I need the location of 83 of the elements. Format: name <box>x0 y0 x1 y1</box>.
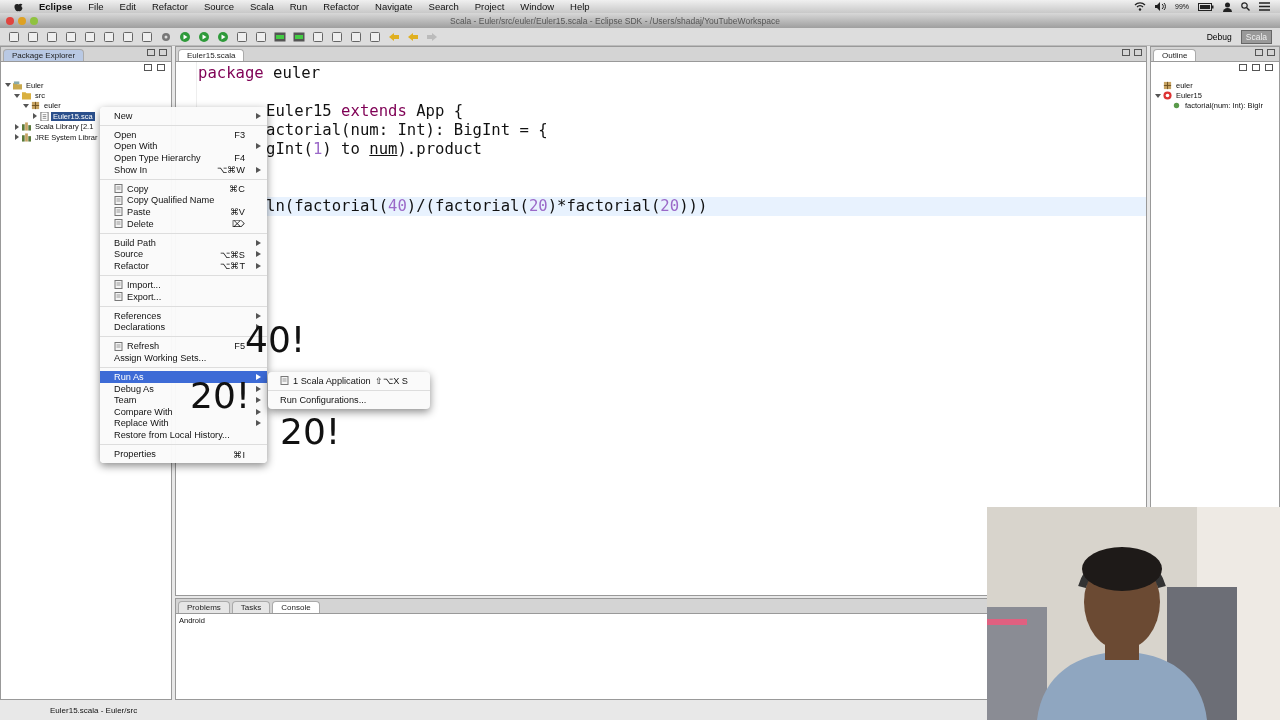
menu-title[interactable]: Window <box>520 1 555 12</box>
menu-item[interactable]: Properties ⌘I <box>100 448 267 460</box>
wifi-icon[interactable] <box>1134 2 1146 11</box>
view-tab[interactable]: Problems <box>178 601 230 613</box>
close-button[interactable] <box>6 16 14 25</box>
menu-title[interactable]: Source <box>203 1 234 12</box>
menu-item[interactable]: New <box>100 110 267 122</box>
menu-item[interactable]: Copy ⌘C <box>100 182 267 195</box>
document-icon <box>114 219 123 229</box>
battery-icon[interactable] <box>1198 2 1214 11</box>
document-icon <box>114 292 123 301</box>
menu-title[interactable]: File <box>88 1 104 12</box>
file-icon <box>40 111 49 121</box>
menu-title[interactable]: Scala <box>250 1 274 12</box>
menu-item[interactable]: Open Type Hierarchy F4 <box>100 152 267 164</box>
menu-item[interactable]: Source ⌥⌘S <box>100 248 267 261</box>
menu-item[interactable]: Restore from Local History... <box>100 429 267 441</box>
document-icon <box>114 341 123 351</box>
collapsed-arrow-icon[interactable] <box>32 113 38 120</box>
method-icon <box>1172 101 1181 111</box>
run-icon[interactable] <box>198 30 210 43</box>
menu-item[interactable]: Run Configurations... <box>268 394 430 406</box>
view-tab[interactable]: Package Explorer <box>3 49 85 61</box>
user-icon[interactable] <box>1223 1 1232 12</box>
menu-item[interactable]: Import... <box>100 279 267 291</box>
menu-item[interactable]: Refactor ⌥⌘T <box>100 260 267 272</box>
menu-item[interactable]: Replace With <box>100 417 267 430</box>
folder-icon <box>22 91 31 101</box>
menu-title[interactable]: Refactor <box>323 1 360 12</box>
menu-title[interactable]: Edit <box>119 1 136 12</box>
library-icon <box>22 132 31 142</box>
menu-item[interactable]: Export... <box>100 290 267 303</box>
menu-item[interactable]: Run As <box>100 371 267 383</box>
document-icon <box>280 376 289 386</box>
apple-icon[interactable] <box>14 1 23 12</box>
code-line: gInt(1) to num).product <box>266 140 482 158</box>
menu-title[interactable]: Navigate <box>375 1 413 12</box>
menu-title[interactable]: Project <box>474 1 505 12</box>
menu-item[interactable]: Open F3 <box>100 129 267 141</box>
package-icon <box>1163 80 1172 90</box>
window-title: Scala - Euler/src/euler/Euler15.scala - Eclipse SDK - /Users/shadaj/YouTubeWorkspace <box>450 15 780 26</box>
menu-item[interactable]: Copy Qualified Name <box>100 194 267 207</box>
collapsed-arrow-icon[interactable] <box>14 123 20 130</box>
class-icon <box>1163 91 1172 101</box>
code-line: actorial(num: Int): BigInt = { <box>266 121 548 139</box>
collapsed-arrow-icon[interactable] <box>14 134 20 141</box>
editor-tab[interactable]: Euler15.scala <box>178 49 245 61</box>
expanded-arrow-icon[interactable] <box>23 102 29 109</box>
list-icon[interactable] <box>1259 2 1270 11</box>
project-folder-icon <box>13 80 22 90</box>
menu-title[interactable]: Search <box>428 1 459 12</box>
menu-item[interactable]: Show In ⌥⌘W <box>100 163 267 176</box>
menu-title[interactable]: Help <box>570 1 590 12</box>
expanded-arrow-icon[interactable] <box>5 82 11 89</box>
perspective-button[interactable]: Debug <box>1201 29 1237 44</box>
package-icon <box>31 101 40 111</box>
view-tab[interactable]: Outline <box>1153 49 1197 61</box>
view-tab[interactable]: Console <box>272 601 320 613</box>
status-text: Euler15.scala - Euler/src <box>50 705 138 715</box>
document-icon <box>114 195 123 205</box>
run-icon[interactable] <box>179 30 191 43</box>
library-icon <box>22 122 31 132</box>
menu-item[interactable]: Open With <box>100 140 267 153</box>
code-line: Euler15 extends App { <box>266 102 464 120</box>
menu-title[interactable]: Eclipse <box>39 1 73 12</box>
handwritten-note: 20! <box>280 414 341 450</box>
menu-item[interactable]: Build Path <box>100 236 267 249</box>
search-icon[interactable] <box>1241 2 1250 11</box>
menu-item[interactable]: Delete ⌦ <box>100 217 267 230</box>
menu-title[interactable]: Run <box>289 1 308 12</box>
run-icon[interactable] <box>217 30 229 43</box>
code-line: package euler <box>198 64 321 82</box>
expanded-arrow-icon[interactable] <box>14 92 20 99</box>
document-icon <box>114 184 123 194</box>
menu-title[interactable]: Refactor <box>151 1 188 12</box>
view-tab[interactable]: Tasks <box>231 601 271 613</box>
menu-item[interactable]: Paste ⌘V <box>100 206 267 218</box>
expanded-arrow-icon[interactable] <box>1155 92 1161 99</box>
menu-item[interactable]: References <box>100 309 267 322</box>
document-icon <box>114 207 123 217</box>
document-icon <box>114 280 123 290</box>
volume-icon[interactable] <box>1155 2 1166 11</box>
menu-item[interactable]: 1 Scala Application ⇧⌥X S <box>268 375 430 387</box>
